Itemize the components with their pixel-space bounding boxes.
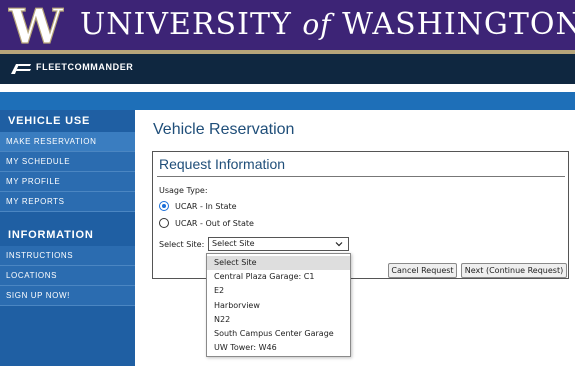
- title-of: of: [302, 8, 332, 41]
- radio-out-of-state[interactable]: [159, 218, 169, 228]
- select-site-dropdown[interactable]: Select Site: [208, 237, 349, 251]
- site-option-select-site[interactable]: Select Site: [207, 256, 350, 271]
- select-site-options-list: Select Site Central Plaza Garage: C1 E2 …: [206, 253, 351, 357]
- select-site-value: Select Site: [212, 239, 255, 248]
- uw-header-banner: W UNIVERSITY of WASHINGTON: [0, 0, 575, 50]
- sidebar-heading-information: INFORMATION: [8, 229, 94, 241]
- sidebar-item-make-reservation[interactable]: MAKE RESERVATION: [0, 132, 135, 152]
- usage-option-in-state[interactable]: UCAR - In State: [159, 199, 237, 213]
- next-continue-request-button[interactable]: Next (Continue Request): [461, 263, 567, 278]
- sidebar-item-my-reports[interactable]: MY REPORTS: [0, 192, 135, 212]
- radio-label-out-of-state: UCAR - Out of State: [175, 218, 254, 228]
- panel-title: Request Information: [159, 156, 286, 172]
- fleetcommander-logo-icon: [11, 64, 31, 74]
- page-title: Vehicle Reservation: [153, 121, 295, 138]
- site-option-uw-tower[interactable]: UW Tower: W46: [207, 341, 350, 355]
- uw-w-logo-icon: W: [8, 2, 64, 46]
- site-option-central-plaza[interactable]: Central Plaza Garage: C1: [207, 270, 350, 284]
- svg-text:W: W: [8, 2, 64, 46]
- site-option-south-campus[interactable]: South Campus Center Garage: [207, 327, 350, 341]
- site-option-harborview[interactable]: Harborview: [207, 299, 350, 313]
- title-part2: WASHINGTON: [342, 7, 575, 42]
- select-site-label: Select Site:: [159, 240, 205, 249]
- top-nav-strip: [0, 84, 575, 110]
- university-title: UNIVERSITY of WASHINGTON: [80, 4, 575, 46]
- title-part1: UNIVERSITY: [80, 7, 292, 42]
- fleetcommander-brand: FLEETCOMMANDER: [36, 62, 134, 72]
- radio-label-in-state: UCAR - In State: [175, 201, 237, 211]
- site-option-n22[interactable]: N22: [207, 313, 350, 327]
- sidebar-item-instructions[interactable]: INSTRUCTIONS: [0, 246, 135, 266]
- cancel-request-button[interactable]: Cancel Request: [388, 263, 457, 278]
- radio-in-state[interactable]: [159, 201, 169, 211]
- usage-option-out-of-state[interactable]: UCAR - Out of State: [159, 216, 254, 230]
- sidebar-item-sign-up[interactable]: SIGN UP NOW!: [0, 286, 135, 306]
- sidebar-item-locations[interactable]: LOCATIONS: [0, 266, 135, 286]
- panel-divider: [157, 176, 565, 177]
- sidebar-item-my-schedule[interactable]: MY SCHEDULE: [0, 152, 135, 172]
- sidebar-heading-vehicle-use: VEHICLE USE: [8, 115, 91, 127]
- chevron-down-icon: [335, 242, 343, 247]
- usage-type-label: Usage Type:: [159, 186, 208, 195]
- site-option-e2[interactable]: E2: [207, 284, 350, 298]
- fleetcommander-bar: FLEETCOMMANDER: [0, 54, 575, 84]
- sidebar: VEHICLE USE MAKE RESERVATION MY SCHEDULE…: [0, 110, 135, 366]
- sidebar-item-my-profile[interactable]: MY PROFILE: [0, 172, 135, 192]
